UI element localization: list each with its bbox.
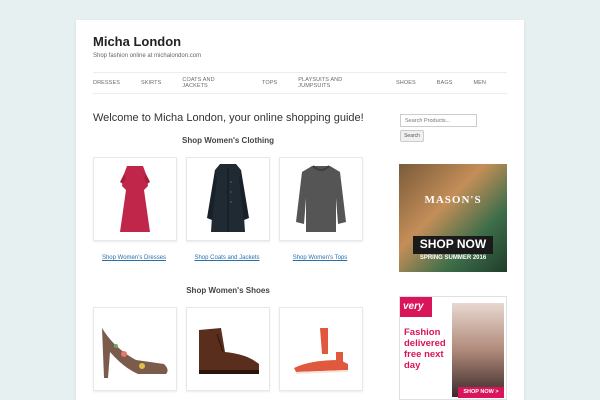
- nav-item-bags[interactable]: Bags: [437, 80, 453, 86]
- ad2-tagline-line: delivered: [404, 338, 446, 349]
- ad2-tagline-line: day: [404, 360, 421, 371]
- main-nav: Dresses Skirts Coats and Jackets Tops Pl…: [93, 72, 507, 94]
- site-description: Shop fashion online at michalondon.com: [93, 53, 202, 59]
- top-product-image[interactable]: [279, 157, 363, 241]
- ad2-tagline-line: Fashion: [404, 327, 441, 338]
- clothing-heading: Shop Women's Clothing: [182, 136, 274, 145]
- ad2-tagline-line: free next: [404, 349, 444, 360]
- site-title[interactable]: Micha London: [93, 34, 181, 49]
- nav-item-tops[interactable]: Tops: [262, 80, 277, 86]
- heel-shoe-icon: [102, 328, 168, 378]
- masons-ad-banner[interactable]: MASON'S SHOP NOW SPRING SUMMER 2016: [399, 164, 507, 272]
- dress-icon: [120, 166, 150, 232]
- nav-item-skirts[interactable]: Skirts: [141, 80, 161, 86]
- nav-item-dresses[interactable]: Dresses: [93, 80, 120, 86]
- nav-item-coats-and-jackets[interactable]: Coats and Jackets: [182, 77, 241, 89]
- nav-item-shoes[interactable]: Shoes: [396, 80, 416, 86]
- dress-product-image[interactable]: [93, 157, 177, 241]
- ad1-brand: MASON'S: [424, 194, 482, 206]
- very-ad-banner[interactable]: very Fashion delivered free next day SHO…: [399, 296, 507, 400]
- very-logo: very: [403, 301, 424, 312]
- ad1-cta: SHOP NOW: [419, 237, 487, 251]
- shoes-heading: Shop Women's Shoes: [186, 286, 270, 295]
- coat-icon: [207, 164, 249, 232]
- product-search-input[interactable]: [400, 114, 477, 127]
- nav-item-men[interactable]: Men: [473, 80, 486, 86]
- nav-item-playsuits[interactable]: Playsuits and Jumpsuits: [298, 77, 375, 89]
- ad2-model-image: [452, 303, 504, 397]
- ad2-cta: SHOP NOW >: [458, 387, 504, 398]
- shop-tops-link[interactable]: Shop Women's Tops: [275, 255, 365, 261]
- sweater-icon: [296, 165, 346, 232]
- sandal-icon: [294, 328, 348, 374]
- boot-icon: [199, 328, 259, 374]
- search-button[interactable]: Search: [400, 130, 424, 142]
- brown-boot-product-image[interactable]: [186, 307, 270, 391]
- floral-heel-product-image[interactable]: [93, 307, 177, 391]
- shop-coats-link[interactable]: Shop Coats and Jackets: [182, 255, 272, 261]
- red-sandal-product-image[interactable]: [279, 307, 363, 391]
- welcome-heading: Welcome to Micha London, your online sho…: [93, 112, 364, 124]
- ad1-season: SPRING SUMMER 2016: [419, 255, 487, 261]
- page-container: Micha London Shop fashion online at mich…: [76, 20, 524, 400]
- coat-product-image[interactable]: [186, 157, 270, 241]
- shop-dresses-link[interactable]: Shop Women's Dresses: [89, 255, 179, 261]
- ad2-tagline: Fashion delivered free next day: [404, 327, 446, 371]
